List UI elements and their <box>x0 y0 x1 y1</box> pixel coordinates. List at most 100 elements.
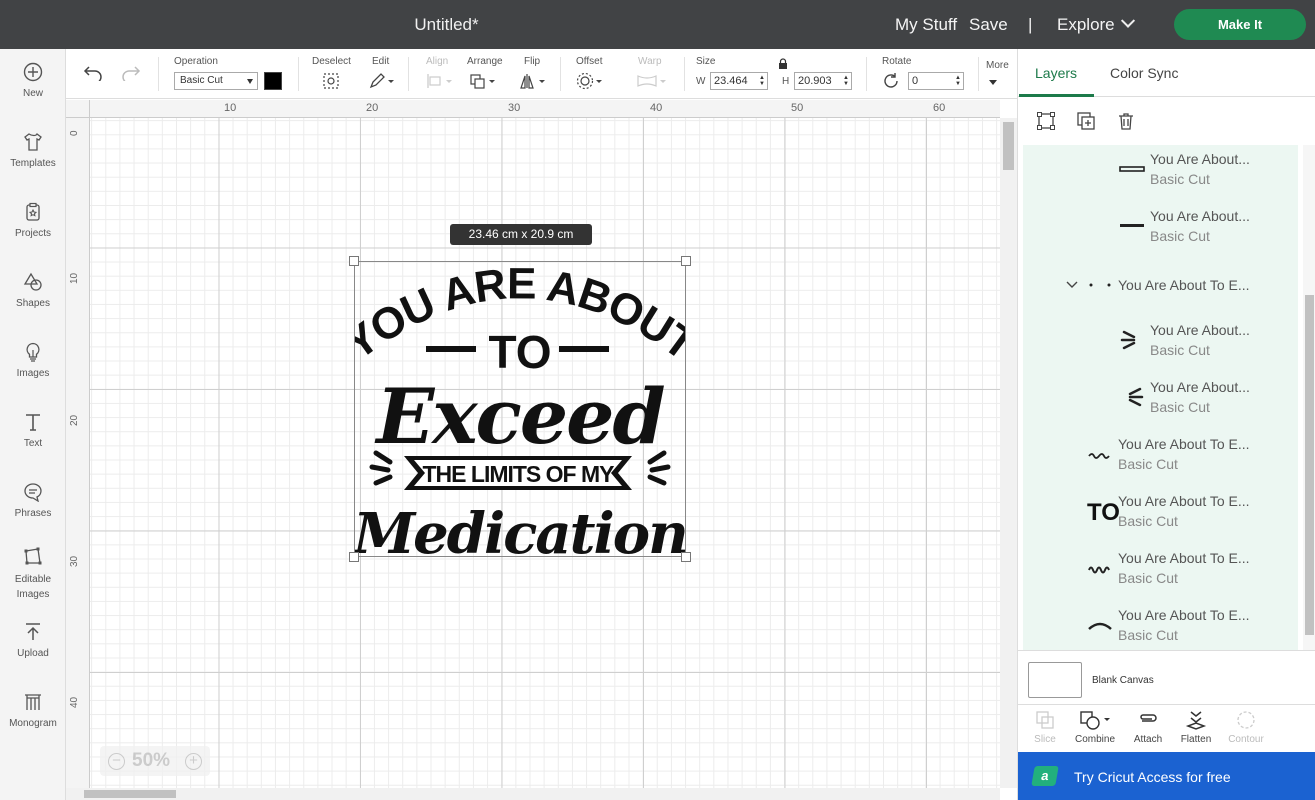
resize-handle[interactable] <box>681 552 691 562</box>
resize-handle[interactable] <box>349 552 359 562</box>
sidebar-item-templates[interactable]: Templates <box>0 132 66 169</box>
layer-item[interactable]: You Are About... Basic Cut <box>1023 316 1298 373</box>
deselect-label: Deselect <box>312 56 351 67</box>
sidebar-item-images[interactable]: Images <box>0 342 66 379</box>
layer-operation: Basic Cut <box>1150 171 1210 187</box>
layer-item[interactable]: You Are About... Basic Cut <box>1023 202 1298 259</box>
pencil-icon[interactable] <box>368 72 396 90</box>
layer-item[interactable]: You Are About To E... Basic Cut <box>1023 544 1298 601</box>
group-icon[interactable] <box>1036 111 1056 131</box>
make-it-button[interactable]: Make It <box>1174 9 1306 40</box>
blank-canvas-swatch[interactable] <box>1028 662 1082 698</box>
flatten-button[interactable]: Flatten <box>1171 709 1221 745</box>
deselect-icon[interactable] <box>322 72 340 90</box>
layers-scrollbar[interactable] <box>1303 145 1315 650</box>
zoom-control: − 50% + <box>100 746 210 776</box>
layer-operation: Basic Cut <box>1150 399 1210 415</box>
spin-icon[interactable]: ▲ ▼ <box>843 75 849 87</box>
width-field[interactable]: 23.464 ▲ ▼ <box>710 72 768 90</box>
ruler-tick: 40 <box>69 696 80 708</box>
layer-thumbnail-text: TO <box>1087 499 1120 526</box>
sidebar-item-label: Phrases <box>14 508 52 519</box>
layer-item[interactable]: TO You Are About To E... Basic Cut <box>1023 487 1298 544</box>
lightbulb-icon <box>26 342 40 362</box>
tab-layers[interactable]: Layers <box>1035 65 1077 81</box>
group-thumbnail-icon <box>1089 283 1111 287</box>
layer-operation: Basic Cut <box>1118 627 1178 643</box>
scrollbar-thumb[interactable] <box>1305 295 1314 635</box>
layer-item[interactable]: You Are About To E... Basic Cut <box>1023 601 1298 650</box>
zoom-in-button[interactable]: + <box>185 753 202 770</box>
trash-icon[interactable] <box>1116 111 1136 131</box>
combine-button[interactable]: Combine <box>1070 709 1120 745</box>
scrollbar-thumb[interactable] <box>84 790 176 798</box>
lock-icon[interactable] <box>778 58 788 70</box>
attach-button[interactable]: Attach <box>1123 709 1173 745</box>
layer-item[interactable]: You Are About To E... Basic Cut <box>1023 430 1298 487</box>
layer-item[interactable]: You Are About... Basic Cut <box>1023 373 1298 430</box>
toolbar-divider <box>560 57 561 91</box>
shapes-icon <box>23 272 42 291</box>
spin-icon[interactable]: ▲ ▼ <box>759 75 765 87</box>
sidebar-item-projects[interactable]: Projects <box>0 202 66 239</box>
arrange-icon[interactable] <box>469 72 497 90</box>
spin-icon[interactable]: ▲ ▼ <box>955 75 961 87</box>
ruler-corner <box>66 100 90 118</box>
more-label[interactable]: More <box>986 60 1009 71</box>
selection-box[interactable] <box>354 261 686 557</box>
sidebar-item-phrases[interactable]: Phrases <box>0 482 66 519</box>
scrollbar-thumb[interactable] <box>1003 122 1014 170</box>
explore-menu[interactable]: Explore <box>1057 0 1135 49</box>
save-button[interactable]: Save <box>969 0 1008 49</box>
blank-canvas-row[interactable]: Blank Canvas <box>1018 650 1315 704</box>
combine-icon <box>1080 711 1110 730</box>
horizontal-scrollbar[interactable] <box>66 788 1000 800</box>
rotate-field[interactable]: 0 ▲ ▼ <box>908 72 964 90</box>
layers-panel: Layers Color Sync You Are About... Basic… <box>1017 49 1315 800</box>
slice-label: Slice <box>1034 734 1056 745</box>
layer-name: You Are About To E... <box>1118 550 1250 566</box>
sidebar-item-new[interactable]: New <box>0 62 66 99</box>
sidebar-item-label: Shapes <box>16 298 50 309</box>
sidebar-item-shapes[interactable]: Shapes <box>0 272 66 309</box>
align-icon <box>427 74 452 88</box>
undo-icon[interactable] <box>83 65 103 81</box>
chevron-down-icon[interactable] <box>1066 281 1078 289</box>
operation-select[interactable]: Basic Cut <box>174 72 258 90</box>
duplicate-icon[interactable] <box>1076 111 1096 131</box>
upload-icon <box>26 623 40 640</box>
layer-group[interactable]: You Are About To E... <box>1023 259 1298 316</box>
layer-name: You Are About... <box>1150 208 1250 224</box>
vertical-scrollbar[interactable] <box>1000 118 1017 788</box>
blank-canvas-label: Blank Canvas <box>1092 675 1154 686</box>
sidebar-item-upload[interactable]: Upload <box>0 622 66 659</box>
sidebar-item-editable-images[interactable]: Editable Images <box>0 546 66 602</box>
warp-label: Warp <box>638 56 662 67</box>
height-field[interactable]: 20.903 ▲ ▼ <box>794 72 852 90</box>
ruler-tick: 60 <box>933 102 946 114</box>
tab-color-sync[interactable]: Color Sync <box>1110 65 1178 81</box>
layer-thumbnail <box>1088 453 1110 459</box>
ruler-top: 10 20 30 40 50 60 <box>90 100 1000 118</box>
resize-handle[interactable] <box>681 256 691 266</box>
flip-icon[interactable] <box>519 72 547 90</box>
design-canvas[interactable]: 10 20 30 40 50 60 0 10 20 30 40 23.46 cm… <box>66 100 1017 800</box>
offset-icon[interactable] <box>576 72 604 90</box>
my-stuff-link[interactable]: My Stuff <box>895 0 957 49</box>
layer-item[interactable]: You Are About... Basic Cut <box>1023 145 1298 202</box>
document-title[interactable]: Untitled* <box>0 0 893 49</box>
cricut-access-banner[interactable]: a Try Cricut Access for free <box>1018 752 1315 800</box>
slice-button: Slice <box>1020 709 1070 745</box>
align-label: Align <box>426 56 449 67</box>
color-swatch[interactable] <box>264 72 282 90</box>
height-value: 20.903 <box>798 75 832 87</box>
chevron-down-icon <box>1120 13 1135 28</box>
toolbar-divider <box>408 57 409 91</box>
layer-operation: Basic Cut <box>1118 456 1178 472</box>
sidebar-item-monogram[interactable]: Monogram <box>0 692 66 729</box>
caret-down-icon[interactable] <box>988 79 998 87</box>
sidebar-item-text[interactable]: Text <box>0 412 66 449</box>
resize-handle[interactable] <box>349 256 359 266</box>
zoom-out-button[interactable]: − <box>108 753 125 770</box>
sidebar-item-label: New <box>22 88 43 99</box>
